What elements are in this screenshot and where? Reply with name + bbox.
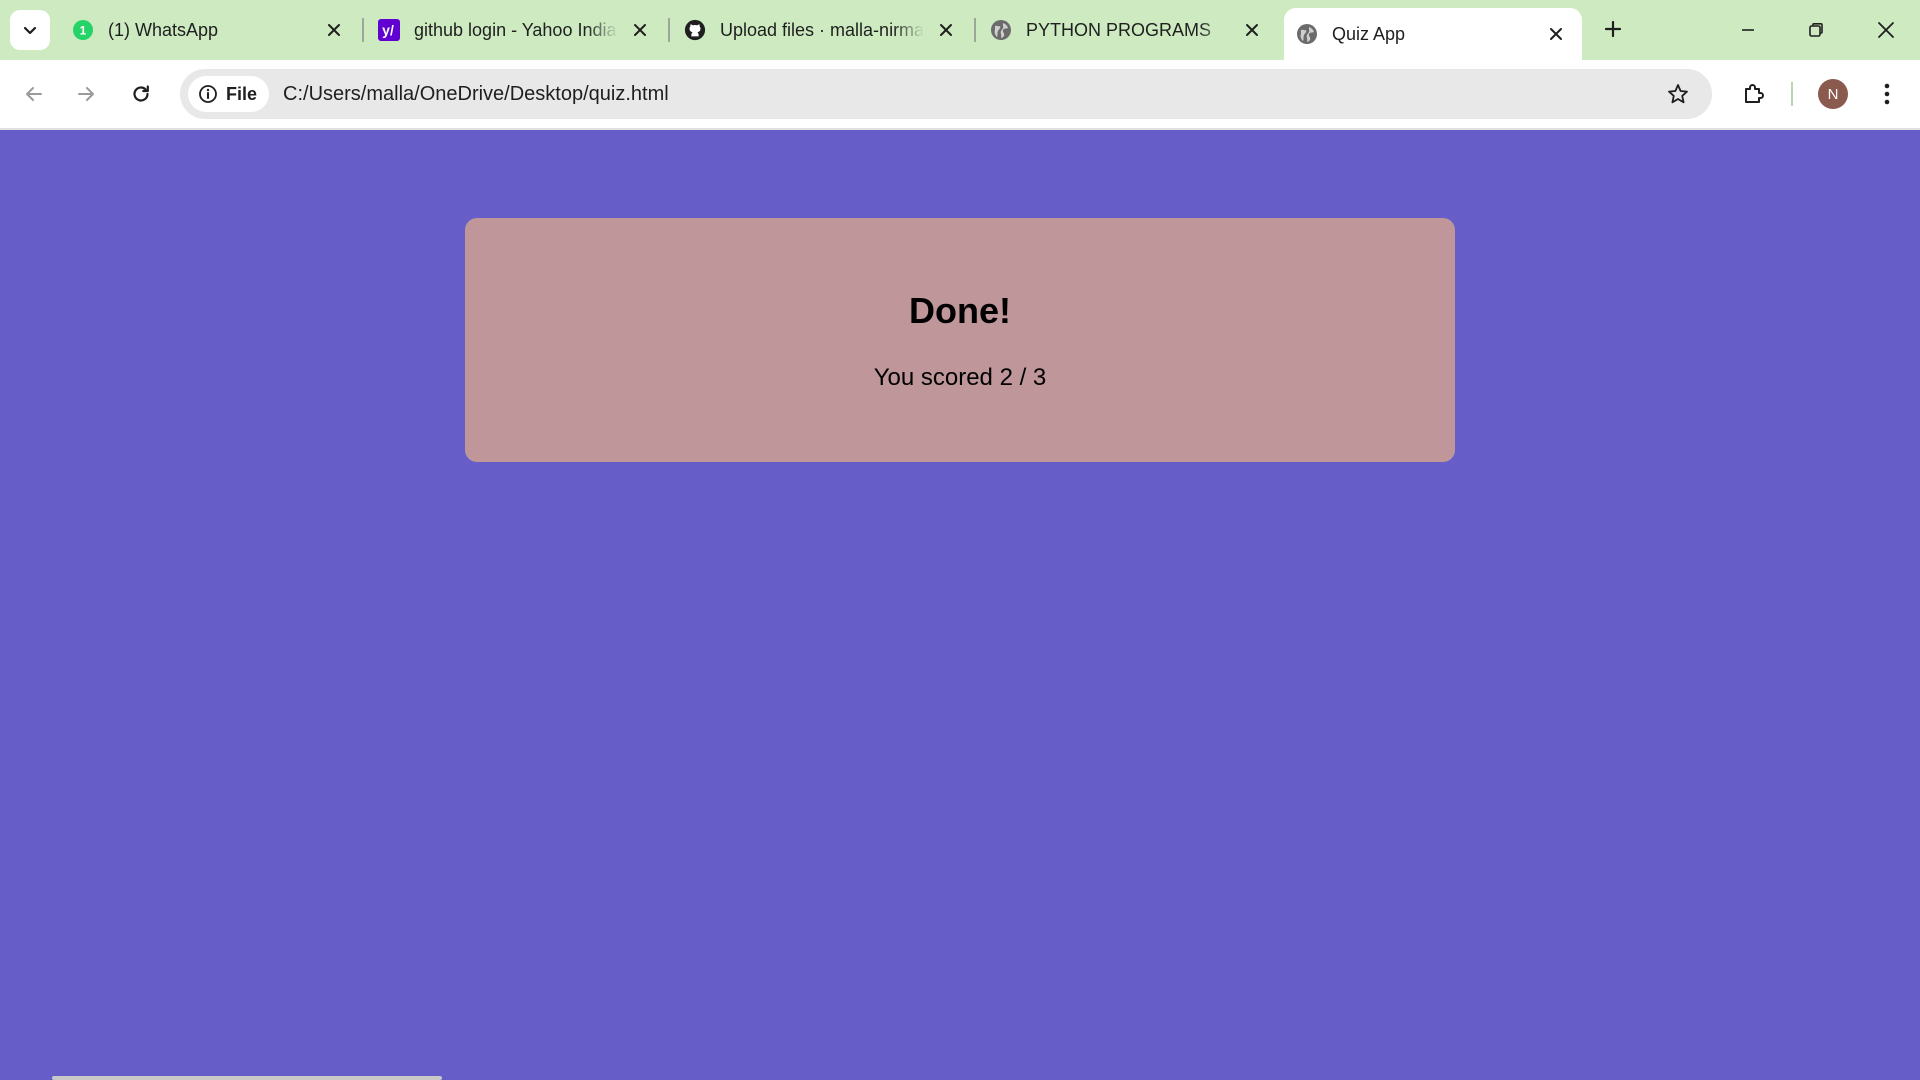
restore-icon (1809, 23, 1823, 37)
plus-icon (1604, 20, 1622, 38)
forward-button[interactable] (66, 74, 106, 114)
horizontal-scrollbar[interactable] (52, 1076, 442, 1080)
new-tab-button[interactable] (1594, 10, 1632, 48)
info-icon (199, 85, 217, 103)
site-info-label: File (226, 83, 258, 104)
score-text: You scored 2 / 3 (873, 364, 1047, 391)
reload-button[interactable] (121, 74, 161, 114)
whatsapp-badge: 1 (80, 24, 87, 38)
tab-separator (362, 18, 364, 42)
puzzle-icon (1745, 84, 1764, 103)
minimize-icon (1742, 29, 1754, 31)
tab-title: Upload files · malla-nirmala (720, 19, 924, 40)
reload-icon (133, 85, 149, 102)
profile-avatar[interactable]: N (1818, 79, 1848, 109)
close-icon[interactable] (1542, 20, 1570, 48)
tab-title: Quiz App (1332, 23, 1406, 44)
arrow-right-icon (78, 87, 94, 101)
star-icon (1668, 84, 1688, 104)
close-icon[interactable] (1238, 16, 1266, 44)
page-viewport: Done! You scored 2 / 3 (0, 130, 1920, 1080)
back-button[interactable] (14, 74, 54, 114)
address-bar[interactable]: File C:/Users/malla/OneDrive/Desktop/qui… (180, 69, 1712, 119)
close-icon[interactable] (320, 16, 348, 44)
browser-toolbar: File C:/Users/malla/OneDrive/Desktop/qui… (0, 60, 1920, 128)
tab-strip: 1 (1) WhatsApp y/ github login - Yahoo I… (0, 0, 1920, 60)
chevron-down-icon (23, 26, 37, 35)
close-window-button[interactable] (1852, 0, 1920, 60)
github-icon (684, 19, 706, 41)
tab-python-programs[interactable]: PYTHON PROGRAMS (978, 8, 1278, 52)
tab-search-button[interactable] (10, 10, 50, 50)
more-vertical-icon (1884, 83, 1890, 105)
quiz-result-card: Done! You scored 2 / 3 (465, 218, 1455, 462)
site-info-chip[interactable]: File (188, 76, 270, 112)
browser-menu-button[interactable] (1867, 74, 1907, 114)
globe-icon (1296, 23, 1318, 45)
extensions-button[interactable] (1734, 74, 1774, 114)
globe-icon (990, 19, 1012, 41)
tab-quiz-app[interactable]: Quiz App (1284, 8, 1582, 60)
close-icon (1878, 22, 1894, 38)
close-icon[interactable] (626, 16, 654, 44)
result-title: Done! (909, 290, 1011, 331)
tab-separator (974, 18, 976, 42)
whatsapp-icon: 1 (72, 19, 94, 41)
svg-text:y/: y/ (382, 22, 394, 38)
tab-yahoo-search[interactable]: y/ github login - Yahoo India Search (366, 8, 666, 52)
arrow-left-icon (26, 87, 42, 101)
tab-whatsapp[interactable]: 1 (1) WhatsApp (60, 8, 360, 52)
minimize-button[interactable] (1714, 0, 1782, 60)
tab-title: github login - Yahoo India Search (414, 19, 618, 40)
tab-title: (1) WhatsApp (108, 19, 219, 40)
bookmark-button[interactable] (1658, 74, 1698, 114)
url-text[interactable]: C:/Users/malla/OneDrive/Desktop/quiz.htm… (283, 83, 1658, 106)
toolbar-divider (1791, 82, 1793, 106)
restore-button[interactable] (1782, 0, 1850, 60)
close-icon[interactable] (932, 16, 960, 44)
tab-title: PYTHON PROGRAMS (1026, 19, 1212, 40)
yahoo-icon: y/ (378, 19, 400, 41)
tab-separator (668, 18, 670, 42)
tab-github-upload[interactable]: Upload files · malla-nirmala (672, 8, 972, 52)
